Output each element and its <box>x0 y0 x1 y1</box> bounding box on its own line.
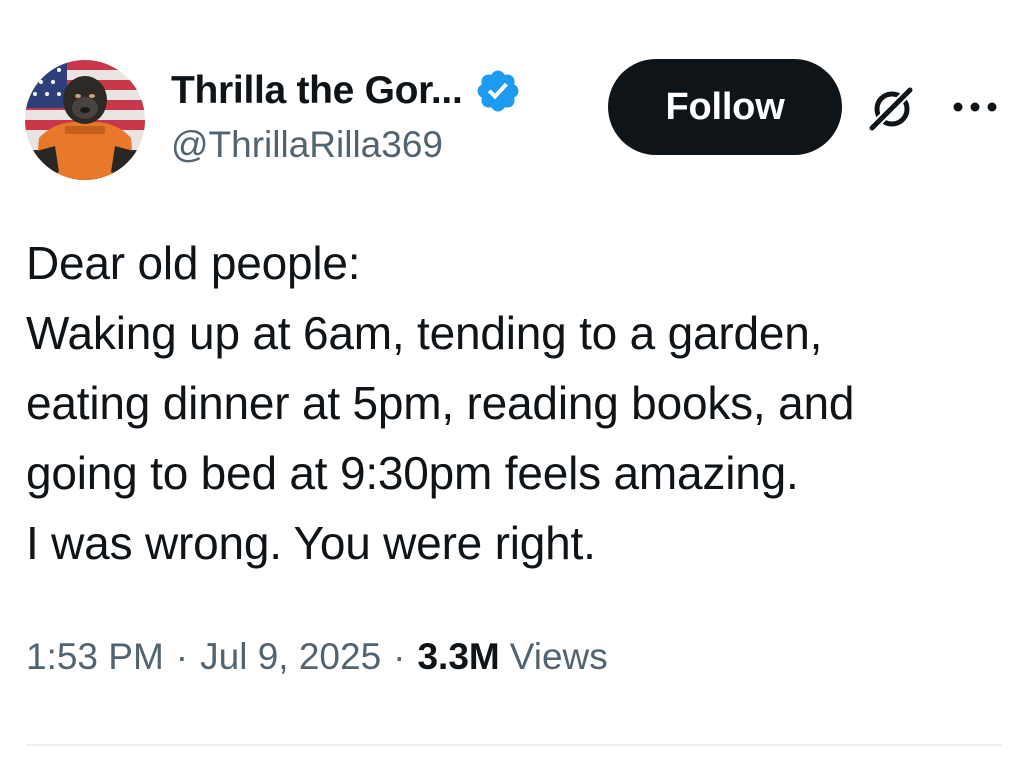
tweet-text-line: Dear old people: <box>26 237 361 289</box>
tweet-text-line: eating dinner at 5pm, reading books, and <box>26 377 855 429</box>
tweet-date[interactable]: Jul 9, 2025 <box>200 636 381 678</box>
avatar[interactable] <box>25 60 145 180</box>
views-count[interactable]: 3.3M <box>417 636 499 678</box>
display-name[interactable]: Thrilla the Gor... <box>171 69 463 113</box>
follow-button[interactable]: Follow <box>608 59 842 155</box>
tweet-text-line: I was wrong. You were right. <box>26 517 596 569</box>
user-name-row[interactable]: Thrilla the Gor... <box>171 66 522 116</box>
tweet-meta: 1:53 PM · Jul 9, 2025 · 3.3M Views <box>26 636 608 678</box>
tweet: Thrilla the Gor... @ThrillaRilla369 Foll… <box>0 0 1026 776</box>
tweet-text-line: going to bed at 9:30pm feels amazing. <box>26 447 799 499</box>
tweet-time[interactable]: 1:53 PM <box>26 636 164 678</box>
views-label: Views <box>509 636 608 677</box>
tweet-text: Dear old people: Waking up at 6am, tendi… <box>26 228 1001 578</box>
verified-badge-icon <box>474 67 522 115</box>
divider <box>26 744 1002 746</box>
more-options-icon[interactable] <box>950 92 1000 122</box>
meta-separator: · <box>175 636 189 677</box>
grok-icon[interactable] <box>865 82 918 135</box>
tweet-text-line: Waking up at 6am, tending to a garden, <box>26 307 823 359</box>
user-handle[interactable]: @ThrillaRilla369 <box>171 124 443 166</box>
meta-separator: · <box>393 636 406 677</box>
gorilla-avatar-image <box>25 60 145 180</box>
